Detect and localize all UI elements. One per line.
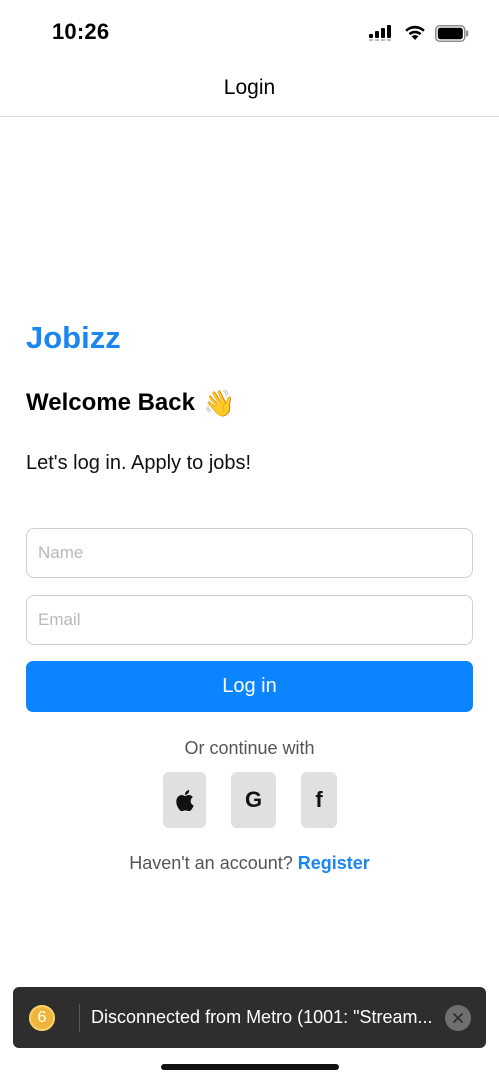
home-indicator[interactable] [161,1064,339,1070]
facebook-icon: f [315,787,323,812]
metro-disconnect-toast[interactable]: 6 Disconnected from Metro (1001: "Stream… [13,987,486,1048]
waving-hand-icon: 👋 [202,388,236,418]
login-button[interactable]: Log in [26,661,473,712]
toast-divider [79,1004,80,1032]
status-bar: 10:26 [0,0,499,62]
register-link[interactable]: Register [298,853,370,873]
welcome-text: Welcome Back [26,389,195,416]
register-row: Haven't an account? Register [0,853,499,874]
status-time: 10:26 [52,19,110,44]
register-prompt: Haven't an account? [129,853,293,873]
or-continue-with-text: Or continue with [184,738,315,758]
email-field[interactable] [26,595,473,645]
page-title: Login [223,76,276,99]
app-brand-title: Jobizz [26,320,121,355]
apple-login-button[interactable] [163,772,206,828]
wifi-icon [405,25,425,40]
google-login-button[interactable]: G [231,772,276,828]
google-icon: G [244,787,263,812]
nav-header: Login [0,62,499,117]
welcome-heading: Welcome Back 👋 [26,389,235,417]
apple-icon [175,789,194,811]
toast-count-badge: 6 [29,1005,55,1031]
name-field[interactable] [26,528,473,578]
close-icon [453,1013,463,1023]
signal-icon [369,25,391,41]
login-subtitle: Let's log in. Apply to jobs! [26,452,252,474]
status-icons [369,24,469,42]
facebook-login-button[interactable]: f [301,772,337,828]
toast-close-button[interactable] [445,1005,471,1031]
battery-icon [435,24,469,42]
toast-message: Disconnected from Metro (1001: "Stream..… [91,1007,433,1027]
